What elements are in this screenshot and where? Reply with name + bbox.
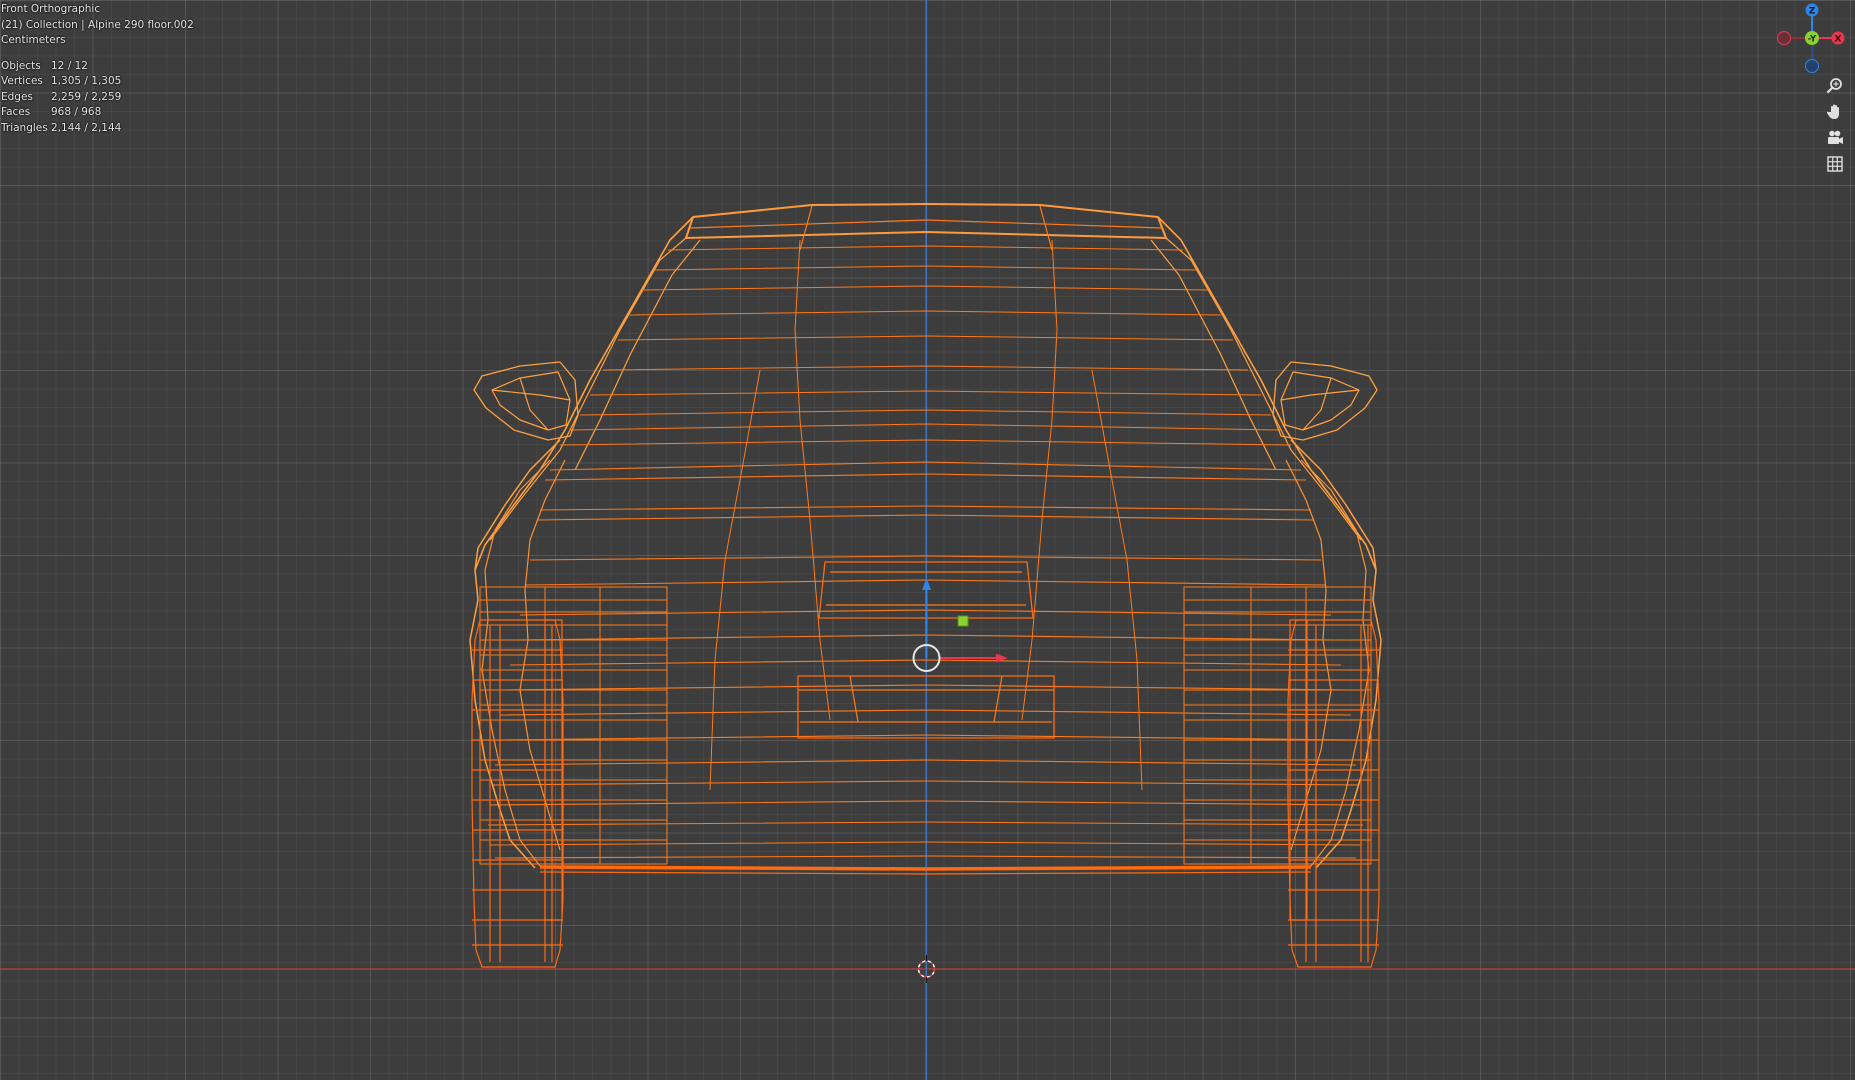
- stat-row: Edges 2,259 / 2,259: [1, 90, 194, 106]
- stat-value: 2,259 / 2,259: [51, 90, 122, 103]
- navigation-gizmo[interactable]: X Z -Y: [1772, 0, 1852, 76]
- stat-row: Objects 12 / 12: [1, 59, 194, 75]
- collection-info: (21) Collection | Alpine 290 floor.002: [1, 18, 194, 31]
- bumper-bottom-2: [539, 871, 1312, 875]
- 3d-viewport[interactable]: [0, 0, 1855, 1080]
- left-wheel: [471, 619, 564, 968]
- bumper-bottom: [539, 865, 1312, 871]
- windshield-lines: [559, 245, 1292, 446]
- gizmo-x-label: X: [1835, 35, 1842, 45]
- stat-label: Objects: [1, 59, 41, 72]
- right-pillar-2: [1165, 237, 1362, 541]
- zoom-icon: [1826, 78, 1842, 94]
- stat-label: Faces: [1, 106, 31, 118]
- left-headlight: [479, 586, 668, 865]
- right-pillar-3: [1150, 239, 1277, 471]
- hood-lines: [487, 461, 1364, 859]
- stat-value: 1,305 / 1,305: [51, 75, 122, 87]
- gizmo-neg-z-ball[interactable]: [1805, 59, 1819, 73]
- stat-label: Edges: [1, 90, 33, 103]
- right-mirror: [1272, 361, 1378, 441]
- stat-row: Faces 968 / 968: [1, 105, 194, 121]
- gizmo-neg-x-ball[interactable]: [1777, 31, 1791, 45]
- stat-row: Triangles 2,144 / 2,144: [1, 121, 194, 137]
- left-pillar-2: [489, 237, 687, 541]
- viewport-info-overlay: Front Orthographic (21) Collection | Alp…: [1, 2, 194, 136]
- stat-value: 12 / 12: [51, 59, 88, 72]
- stat-value: 2,144 / 2,144: [51, 121, 122, 134]
- grid-icon: [1827, 156, 1843, 172]
- right-headlight: [1183, 586, 1372, 865]
- transform-gizmo[interactable]: [912, 578, 1009, 672]
- left-mirror: [473, 361, 579, 441]
- stat-row: Vertices 1,305 / 1,305: [1, 74, 194, 90]
- right-wheel: [1287, 619, 1380, 968]
- stat-label: Triangles: [1, 121, 48, 134]
- pan-hand-icon: [1826, 104, 1839, 119]
- zoom-button[interactable]: [1821, 74, 1849, 98]
- left-pillar-3: [574, 239, 701, 471]
- gizmo-neg-y-label: -Y: [1808, 35, 1817, 45]
- gizmo-z-label: Z: [1809, 7, 1816, 17]
- units-label: Centimeters: [1, 34, 66, 46]
- camera-icon: [1828, 130, 1843, 144]
- stat-value: 968 / 968: [51, 106, 102, 118]
- stat-label: Vertices: [1, 75, 43, 87]
- view-name: Front Orthographic: [1, 3, 101, 15]
- gizmo-xz-plane-handle[interactable]: [957, 615, 969, 627]
- camera-view-button[interactable]: [1821, 126, 1849, 150]
- scene-statistics: Objects 12 / 12 Vertices 1,305 / 1,305 E…: [1, 59, 194, 137]
- pan-button[interactable]: [1821, 100, 1849, 124]
- toggle-grid-button[interactable]: [1821, 152, 1849, 176]
